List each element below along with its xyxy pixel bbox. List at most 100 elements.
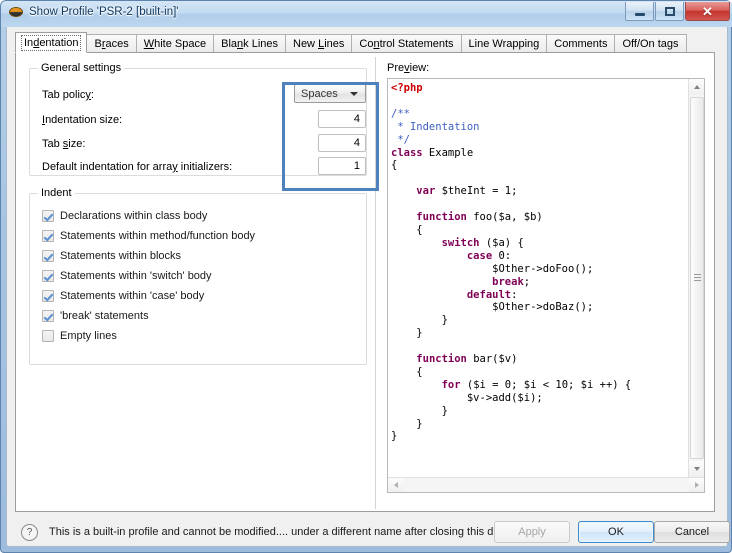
status-message: This is a built-in profile and cannot be… — [49, 526, 520, 538]
window-controls: ✕ — [625, 2, 730, 21]
checkbox-unchecked-icon[interactable] — [42, 330, 54, 342]
tab-comments[interactable]: Comments — [546, 34, 616, 53]
tab-label: Off/On tags — [622, 37, 679, 50]
code-token: { — [391, 159, 398, 172]
tab-policy-select[interactable]: Spaces — [294, 84, 366, 103]
tab-blank-lines[interactable]: Blank Lines — [213, 34, 286, 53]
checkbox-checked-icon[interactable] — [42, 290, 54, 302]
code-token: } — [391, 314, 448, 327]
code-token: } — [391, 327, 423, 340]
scroll-left-icon[interactable] — [388, 478, 403, 492]
tab-braces[interactable]: Braces — [86, 34, 137, 53]
code-token: Example — [422, 146, 474, 159]
tab-label: White Space — [143, 37, 207, 50]
code-line: } — [391, 405, 688, 418]
ok-button[interactable]: OK — [578, 521, 654, 543]
scroll-up-icon[interactable] — [689, 79, 704, 95]
tab-label: Line Wrapping — [468, 37, 540, 50]
checkbox-checked-icon[interactable] — [42, 230, 54, 242]
code-token: { — [391, 223, 423, 236]
php-profile-icon — [9, 5, 23, 19]
indent-option-label: Empty lines — [60, 330, 117, 342]
dialog-window: Show Profile 'PSR-2 [built-in]' ✕ Indent… — [0, 0, 732, 553]
code-token: var — [416, 185, 436, 198]
preview-vertical-scrollbar[interactable] — [688, 79, 704, 477]
vertical-scroll-thumb[interactable] — [690, 97, 704, 459]
minimize-button[interactable] — [625, 2, 654, 21]
indent-option-row[interactable]: 'break' statements — [42, 308, 149, 324]
title-bar[interactable]: Show Profile 'PSR-2 [built-in]' ✕ — [1, 1, 732, 27]
tab-control-statements[interactable]: Control Statements — [351, 34, 462, 53]
indent-option-label: Statements within 'case' body — [60, 290, 205, 302]
help-icon[interactable]: ? — [21, 524, 38, 541]
code-token: break — [492, 275, 524, 288]
tab-white-space[interactable]: White Space — [135, 34, 215, 53]
tab-size-input[interactable]: 4 — [318, 134, 366, 152]
checkbox-checked-icon[interactable] — [42, 310, 54, 322]
preview-horizontal-scrollbar[interactable] — [388, 477, 704, 492]
code-line: break; — [391, 276, 688, 289]
code-line: } — [391, 418, 688, 431]
checkbox-checked-icon[interactable] — [42, 210, 54, 222]
array-initializers-input[interactable]: 1 — [318, 157, 366, 175]
tab-label: New Lines — [293, 37, 345, 50]
indent-option-label: Statements within blocks — [60, 250, 182, 262]
indent-group: Indent Declarations within class body Sta… — [29, 187, 367, 365]
maximize-icon — [664, 6, 675, 16]
tab-size-label: Tab size: — [42, 138, 86, 150]
code-token: } — [391, 404, 448, 417]
code-line: { — [391, 159, 688, 172]
dialog-footer: ? This is a built-in profile and cannot … — [7, 517, 730, 545]
indent-option-row[interactable]: Empty lines — [42, 328, 117, 344]
checkbox-checked-icon[interactable] — [42, 250, 54, 262]
code-line: switch ($a) { — [391, 237, 688, 250]
cancel-button[interactable]: Cancel — [654, 521, 730, 543]
tab-panel-indentation: General settings Tab policy: Spaces Inde… — [15, 52, 715, 512]
tab-label: Braces — [94, 37, 129, 50]
code-line: for ($i = 0; $i < 10; $i ++) { — [391, 379, 688, 392]
indent-option-row[interactable]: Declarations within class body — [42, 208, 207, 224]
scroll-down-icon[interactable] — [689, 461, 704, 477]
settings-pane: General settings Tab policy: Spaces Inde… — [16, 53, 379, 511]
preview-frame: <?php /** * Indentation */class Example{… — [387, 78, 705, 493]
close-button[interactable]: ✕ — [685, 2, 730, 21]
tab-policy-label: Tab policy: — [42, 89, 94, 101]
indent-option-row[interactable]: Statements within 'switch' body — [42, 268, 212, 284]
tab-policy-value: Spaces — [301, 87, 338, 100]
indent-option-row[interactable]: Statements within method/function body — [42, 228, 255, 244]
code-token: */ — [391, 133, 410, 146]
tab-new-lines[interactable]: New Lines — [285, 34, 353, 53]
checkbox-checked-icon[interactable] — [42, 270, 54, 282]
code-line: } — [391, 430, 688, 443]
code-token: ; — [523, 275, 531, 288]
tab-off-on-tags[interactable]: Off/On tags — [614, 34, 687, 53]
code-line: $v->add($i); — [391, 392, 688, 405]
maximize-button[interactable] — [655, 2, 684, 21]
general-settings-title: General settings — [38, 62, 125, 74]
scroll-right-icon[interactable] — [689, 478, 704, 492]
code-token: function — [416, 211, 467, 224]
code-token: default — [466, 288, 512, 301]
dialog-body: Indentation Braces White Space Blank Lines N… — [6, 27, 730, 547]
indent-option-row[interactable]: Statements within 'case' body — [42, 288, 204, 304]
tab-line-wrapping[interactable]: Line Wrapping — [460, 34, 548, 53]
indent-option-row[interactable]: Statements within blocks — [42, 248, 181, 264]
code-token: for — [441, 378, 461, 391]
code-line: function bar($v) — [391, 353, 688, 366]
code-token: ($a) { — [479, 236, 524, 249]
code-token: } — [391, 417, 423, 430]
apply-button[interactable]: Apply — [494, 521, 570, 543]
code-preview[interactable]: <?php /** * Indentation */class Example{… — [388, 79, 688, 477]
tab-label: Comments — [554, 37, 608, 50]
tab-indentation[interactable]: Indentation — [15, 32, 88, 53]
code-line: function foo($a, $b) — [391, 211, 688, 224]
code-line: { — [391, 224, 688, 237]
indent-option-label: Statements within method/function body — [60, 230, 256, 242]
indentation-size-input[interactable]: 4 — [318, 110, 366, 128]
array-initializers-label: Default indentation for array initialize… — [42, 161, 233, 173]
general-settings-group: General settings Tab policy: Spaces Inde… — [29, 62, 379, 191]
